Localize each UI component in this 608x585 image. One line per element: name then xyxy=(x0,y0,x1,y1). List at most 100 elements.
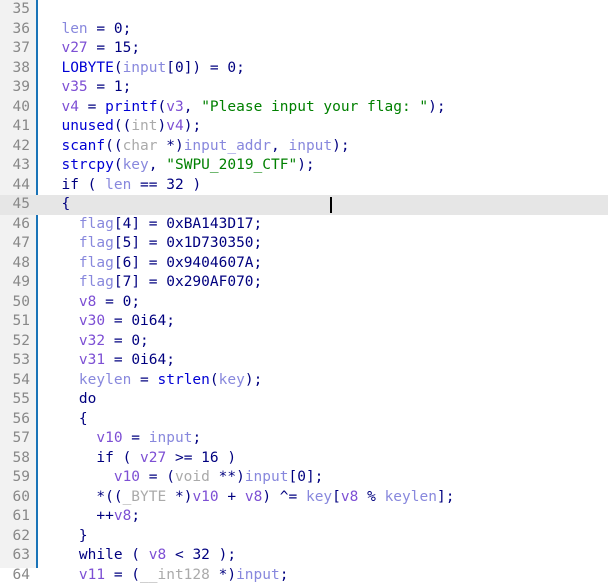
code-token: v30 xyxy=(44,313,105,329)
code-line[interactable]: 48 flag[6] = 0x9404607A; xyxy=(0,254,608,274)
code-token: ( xyxy=(158,99,167,115)
code-text[interactable]: flag[5] = 0x1D730350; xyxy=(44,234,262,254)
code-token: 6 xyxy=(123,255,132,271)
code-token: [ xyxy=(332,489,341,505)
code-token: ) xyxy=(158,118,167,134)
code-token: >= xyxy=(166,450,201,466)
code-token: ( xyxy=(123,547,149,563)
code-text[interactable]: v35 = 1; xyxy=(44,78,131,98)
code-text[interactable]: v10 = input; xyxy=(44,429,201,449)
code-line[interactable]: 40 v4 = printf(v3, "Please input your fl… xyxy=(0,98,608,118)
code-line[interactable]: 63 while ( v8 < 32 ); xyxy=(0,546,608,566)
code-line[interactable]: 39 v35 = 1; xyxy=(0,78,608,98)
code-token: input xyxy=(288,138,332,154)
code-token: flag xyxy=(44,274,114,290)
code-token: = xyxy=(105,352,131,368)
code-line[interactable]: 54 keylen = strlen(key); xyxy=(0,371,608,391)
code-line[interactable]: 38 LOBYTE(input[0]) = 0; xyxy=(0,59,608,79)
code-text[interactable]: LOBYTE(input[0]) = 0; xyxy=(44,59,245,79)
code-token: % xyxy=(358,489,384,505)
code-token: ); xyxy=(245,372,262,388)
code-token: , xyxy=(271,138,288,154)
code-text[interactable]: len = 0; xyxy=(44,20,131,40)
code-text[interactable]: { xyxy=(44,195,70,215)
code-line-list[interactable]: 3536 len = 0;37 v27 = 15;38 LOBYTE(input… xyxy=(0,0,608,585)
code-line[interactable]: 57 v10 = input; xyxy=(0,429,608,449)
code-text[interactable]: *((_BYTE *)v10 + v8) ^= key[v8 % keylen]… xyxy=(44,488,454,508)
code-token: ; xyxy=(236,60,245,76)
code-line[interactable]: 52 v32 = 0; xyxy=(0,332,608,352)
code-line[interactable]: 56 { xyxy=(0,410,608,430)
code-text[interactable]: ++v8; xyxy=(44,507,140,527)
code-token: strlen xyxy=(158,372,210,388)
line-number: 54 xyxy=(0,371,30,391)
code-text[interactable]: v27 = 15; xyxy=(44,39,140,59)
code-line[interactable]: 55 do xyxy=(0,390,608,410)
code-text[interactable]: { xyxy=(44,410,88,430)
code-line[interactable]: 51 v30 = 0i64; xyxy=(0,312,608,332)
code-line[interactable]: 64 v11 = (__int128 *)input; xyxy=(0,566,608,585)
code-token: input xyxy=(149,430,193,446)
code-text[interactable]: } xyxy=(44,527,88,547)
code-token: keylen xyxy=(385,489,437,505)
code-text[interactable]: v30 = 0i64; xyxy=(44,312,175,332)
code-token: void xyxy=(175,469,219,485)
code-text[interactable]: scanf((char *)input_addr, input); xyxy=(44,137,350,157)
code-line[interactable]: 43 strcpy(key, "SWPU_2019_CTF"); xyxy=(0,156,608,176)
code-text[interactable]: keylen = strlen(key); xyxy=(44,371,262,391)
code-token: *) xyxy=(219,567,236,583)
code-token: v10 xyxy=(44,469,140,485)
code-line[interactable]: 62 } xyxy=(0,527,608,547)
code-token: ] = xyxy=(131,255,166,271)
code-text[interactable]: if ( len == 32 ) xyxy=(44,176,201,196)
code-text[interactable]: v11 = (__int128 *)input; xyxy=(44,566,288,585)
line-number: 62 xyxy=(0,527,30,547)
code-line[interactable]: 36 len = 0; xyxy=(0,20,608,40)
code-line[interactable]: 59 v10 = (void **)input[0]; xyxy=(0,468,608,488)
code-text[interactable]: do xyxy=(44,390,96,410)
code-line[interactable]: 50 v8 = 0; xyxy=(0,293,608,313)
code-token: [ xyxy=(114,274,123,290)
code-text[interactable]: unused((int)v4); xyxy=(44,117,201,137)
code-text[interactable]: flag[7] = 0x290AF070; xyxy=(44,273,262,293)
code-text[interactable]: strcpy(key, "SWPU_2019_CTF"); xyxy=(44,156,315,176)
code-line[interactable]: 60 *((_BYTE *)v10 + v8) ^= key[v8 % keyl… xyxy=(0,488,608,508)
code-text[interactable]: while ( v8 < 32 ); xyxy=(44,546,236,566)
code-token: printf xyxy=(105,99,157,115)
code-text[interactable]: v4 = printf(v3, "Please input your flag:… xyxy=(44,98,446,118)
code-token: 1 xyxy=(114,79,123,95)
line-number: 39 xyxy=(0,78,30,98)
code-line[interactable]: 45 { xyxy=(0,195,608,215)
code-text[interactable]: flag[4] = 0xBA143D17; xyxy=(44,215,262,235)
code-token: = xyxy=(88,79,114,95)
code-line[interactable]: 35 xyxy=(0,0,608,20)
code-token: ); xyxy=(184,118,201,134)
code-line[interactable]: 46 flag[4] = 0xBA143D17; xyxy=(0,215,608,235)
code-token: v31 xyxy=(44,352,105,368)
code-line[interactable]: 41 unused((int)v4); xyxy=(0,117,608,137)
code-token: ]) = xyxy=(184,60,228,76)
code-line[interactable]: 61 ++v8; xyxy=(0,507,608,527)
code-token: = xyxy=(88,21,114,37)
code-line[interactable]: 53 v31 = 0i64; xyxy=(0,351,608,371)
code-text[interactable]: if ( v27 >= 16 ) xyxy=(44,449,236,469)
code-token: 0i64 xyxy=(131,313,166,329)
code-text[interactable]: v31 = 0i64; xyxy=(44,351,175,371)
code-token: while xyxy=(44,547,123,563)
code-token: ( xyxy=(79,177,105,193)
code-line[interactable]: 42 scanf((char *)input_addr, input); xyxy=(0,137,608,157)
code-text[interactable]: v8 = 0; xyxy=(44,293,140,313)
code-line[interactable]: 49 flag[7] = 0x290AF070; xyxy=(0,273,608,293)
code-token: } xyxy=(44,528,88,544)
code-line[interactable]: 47 flag[5] = 0x1D730350; xyxy=(0,234,608,254)
code-line[interactable]: 58 if ( v27 >= 16 ) xyxy=(0,449,608,469)
code-token: [ xyxy=(114,255,123,271)
code-text[interactable]: v32 = 0; xyxy=(44,332,149,352)
code-line[interactable]: 37 v27 = 15; xyxy=(0,39,608,59)
code-text[interactable]: v10 = (void **)input[0]; xyxy=(44,468,323,488)
code-line[interactable]: 44 if ( len == 32 ) xyxy=(0,176,608,196)
code-token: ; xyxy=(123,79,132,95)
pseudocode-editor[interactable]: 3536 len = 0;37 v27 = 15;38 LOBYTE(input… xyxy=(0,0,608,568)
code-text[interactable]: flag[6] = 0x9404607A; xyxy=(44,254,262,274)
code-token: , xyxy=(149,157,166,173)
